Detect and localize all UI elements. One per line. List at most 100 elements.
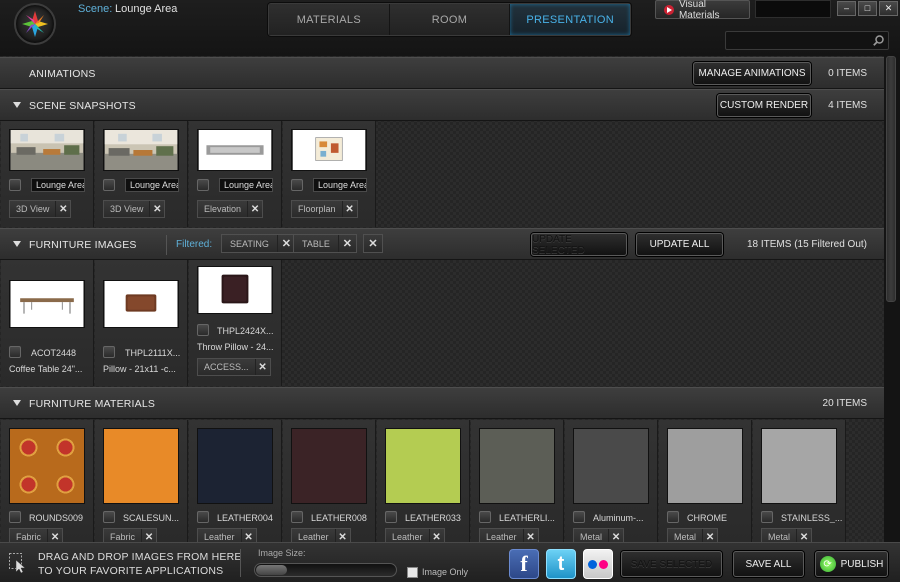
material-card[interactable]: ROUNDS009 Fabric ✕ <box>1 420 94 542</box>
image-code: THPL2424X... <box>217 326 274 336</box>
visual-materials-button[interactable]: Visual Materials <box>655 0 750 21</box>
collapse-triangle-icon[interactable] <box>13 102 21 108</box>
maximize-button[interactable]: □ <box>858 1 877 16</box>
custom-render-button[interactable]: CUSTOM RENDER <box>717 94 811 117</box>
tab-room[interactable]: ROOM <box>389 4 511 35</box>
presentation-list[interactable]: ANIMATIONS MANAGE ANIMATIONS 0 ITEMS SCE… <box>0 56 884 542</box>
scrollbar-thumb[interactable] <box>886 56 896 302</box>
user-field[interactable] <box>755 0 831 18</box>
slider-fill <box>256 565 287 575</box>
material-name: CHROME <box>687 513 727 523</box>
remove-x-icon[interactable]: ✕ <box>796 529 811 542</box>
update-all-button[interactable]: UPDATE ALL <box>636 233 723 256</box>
snapshot-card[interactable]: Lounge Area Floorplan ✕ <box>283 121 376 227</box>
material-card[interactable]: LEATHER033 Leather ✕ <box>377 420 470 542</box>
snapshot-checkbox[interactable] <box>291 179 303 191</box>
remove-x-icon[interactable]: ✕ <box>702 529 717 542</box>
material-checkbox[interactable] <box>103 511 115 523</box>
furniture-image-card[interactable]: THPL2424X... Throw Pillow - 24... ACCESS… <box>189 260 282 386</box>
snapshot-checkbox[interactable] <box>197 179 209 191</box>
material-checkbox[interactable] <box>291 511 303 523</box>
snapshot-name-field[interactable]: Lounge Area <box>313 178 367 192</box>
image-only-checkbox[interactable] <box>407 567 418 578</box>
search-input[interactable] <box>726 32 866 49</box>
remove-x-icon[interactable]: ✕ <box>247 201 262 217</box>
material-card[interactable]: LEATHERLI... Leather ✕ <box>471 420 564 542</box>
remove-x-icon[interactable]: ✕ <box>334 529 350 542</box>
clear-filters-button[interactable]: ✕ <box>363 234 383 253</box>
furniture-images-header[interactable]: FURNITURE IMAGES Filtered: SEATING ✕ TAB… <box>0 228 884 260</box>
snapshot-name-field[interactable]: Lounge Area <box>31 178 85 192</box>
material-card[interactable]: LEATHER004 Leather ✕ <box>189 420 282 542</box>
update-selected-button[interactable]: UPDATE SELECTED <box>531 233 627 256</box>
material-checkbox[interactable] <box>667 511 679 523</box>
twitter-share-button[interactable]: t <box>546 549 576 579</box>
search-icon[interactable] <box>873 35 884 46</box>
snapshot-card[interactable]: Lounge Area 3D View ✕ <box>95 121 188 227</box>
image-checkbox[interactable] <box>9 346 21 358</box>
snapshot-checkbox[interactable] <box>103 179 115 191</box>
save-selected-button[interactable]: SAVE SELECTED <box>621 551 722 577</box>
publish-button[interactable]: ⟳ PUBLISH <box>815 551 888 577</box>
scene-snapshots-header[interactable]: SCENE SNAPSHOTS CUSTOM RENDER 4 ITEMS <box>0 89 884 121</box>
manage-animations-button[interactable]: MANAGE ANIMATIONS <box>693 62 811 85</box>
snapshot-card[interactable]: Lounge Area 3D View ✕ <box>1 121 94 227</box>
furniture-materials-header[interactable]: FURNITURE MATERIALS 20 ITEMS <box>0 387 884 419</box>
material-checkbox[interactable] <box>385 511 397 523</box>
minimize-button[interactable]: – <box>837 1 856 16</box>
scene-label: Scene: <box>78 3 113 15</box>
material-checkbox[interactable] <box>761 511 773 523</box>
snapshot-view-label: 3D View <box>16 204 50 214</box>
snapshot-elevation-thumbnail <box>197 129 273 171</box>
facebook-share-button[interactable]: f <box>509 549 539 579</box>
furniture-image-card[interactable]: ACOT2448 Coffee Table 24"... <box>1 260 94 386</box>
snapshot-name-field[interactable]: Lounge Area <box>125 178 179 192</box>
material-card[interactable]: Aluminum-... Metal ✕ <box>565 420 658 542</box>
material-category-label: Leather <box>392 532 423 542</box>
remove-x-icon[interactable]: ✕ <box>141 529 156 542</box>
material-category-tag: Leather ✕ <box>385 528 445 542</box>
tab-materials[interactable]: MATERIALS <box>269 4 390 35</box>
collapse-triangle-icon[interactable] <box>13 241 21 247</box>
image-checkbox[interactable] <box>197 324 209 336</box>
remove-x-icon[interactable]: ✕ <box>55 201 70 217</box>
flickr-share-button[interactable] <box>583 549 613 579</box>
image-checkbox[interactable] <box>103 346 115 358</box>
material-swatch <box>479 428 555 504</box>
tab-presentation[interactable]: PRESENTATION <box>510 4 631 35</box>
remove-x-icon[interactable]: ✕ <box>428 529 444 542</box>
image-size-label: Image Size: <box>258 548 306 558</box>
snapshot-checkbox[interactable] <box>9 179 21 191</box>
material-card[interactable]: STAINLESS_... Metal ✕ <box>753 420 846 542</box>
remove-x-icon[interactable]: ✕ <box>47 529 62 542</box>
snapshot-card[interactable]: Lounge Area Elevation ✕ <box>189 121 282 227</box>
remove-filter-x-icon[interactable]: ✕ <box>337 235 356 252</box>
material-card[interactable]: CHROME Metal ✕ <box>659 420 752 542</box>
material-card[interactable]: SCALESUN... Fabric ✕ <box>95 420 188 542</box>
material-checkbox[interactable] <box>479 511 491 523</box>
material-card[interactable]: LEATHER008 Leather ✕ <box>283 420 376 542</box>
bottom-bar: DRAG AND DROP IMAGES FROM HERE TO YOUR F… <box>0 542 900 582</box>
material-checkbox[interactable] <box>197 511 209 523</box>
material-checkbox[interactable] <box>573 511 585 523</box>
image-size-slider[interactable] <box>254 563 397 577</box>
material-name: LEATHER033 <box>405 513 461 523</box>
logo-burst-icon <box>22 11 48 37</box>
snapshot-name-field[interactable]: Lounge Area <box>219 178 273 192</box>
app-logo[interactable] <box>14 3 56 45</box>
collapse-triangle-icon[interactable] <box>13 400 21 406</box>
publish-label: PUBLISH <box>840 558 884 570</box>
remove-x-icon[interactable]: ✕ <box>240 529 256 542</box>
remove-x-icon[interactable]: ✕ <box>522 529 538 542</box>
remove-x-icon[interactable]: ✕ <box>341 201 357 217</box>
material-category-label: Fabric <box>110 532 136 542</box>
material-category-tag: Fabric ✕ <box>9 528 64 542</box>
close-button[interactable]: ✕ <box>879 1 898 16</box>
remove-x-icon[interactable]: ✕ <box>254 359 270 375</box>
furniture-image-card[interactable]: THPL2111X... Pillow - 21x11 -c... <box>95 260 188 386</box>
clear-filters-x-icon[interactable]: ✕ <box>364 235 382 252</box>
remove-x-icon[interactable]: ✕ <box>149 201 164 217</box>
material-checkbox[interactable] <box>9 511 21 523</box>
save-all-button[interactable]: SAVE ALL <box>733 551 804 577</box>
remove-x-icon[interactable]: ✕ <box>608 529 623 542</box>
